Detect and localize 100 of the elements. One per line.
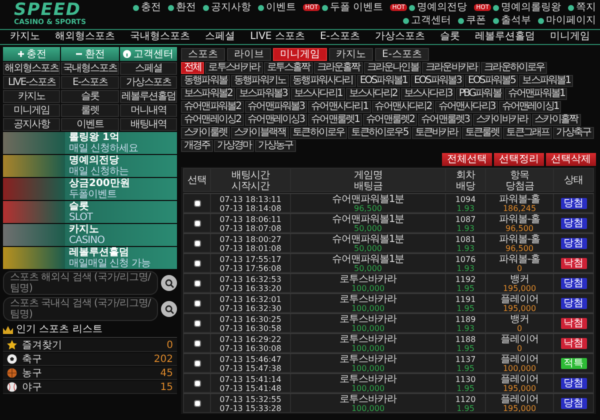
menu-button[interactable]: 해외형스포츠 [3,62,60,75]
action-button[interactable]: 전체선택 [442,153,492,166]
sidebar-button[interactable]: 환전 [61,47,119,61]
menu-button[interactable]: 머니내역 [120,104,177,117]
nav-link[interactable]: 고객센터 [403,14,451,26]
game-filter-button[interactable]: 토큰그래프 [503,127,552,139]
promo-banner[interactable]: 롤링왕 1억 매일 신청하세요 [3,132,177,154]
nav-link[interactable]: 공지사항 [203,2,252,14]
game-filter-button[interactable]: EOS파워볼3 [410,75,464,87]
game-filter-button[interactable]: 크라운홀짝 [314,62,363,74]
sidebar-button[interactable]: 고객센터 [120,47,177,61]
game-filter-button[interactable]: 보스파워볼1 [519,75,574,87]
game-filter-button[interactable]: 슈어맨룰렛1 [308,114,362,126]
menu-button[interactable]: 카지노 [3,90,60,103]
row-checkbox[interactable] [194,340,200,346]
nav-link[interactable]: 쪽지 [568,2,596,14]
nav-link[interactable]: 출석부 [493,14,531,26]
game-filter-button[interactable]: 스카이바카라 [473,114,531,126]
nav-item[interactable]: 카지노 [10,31,40,43]
game-filter-button[interactable]: 슈어맨파워볼1 [504,88,568,100]
game-filter-button[interactable]: 동행파워볼 [181,75,230,87]
game-filter-button[interactable]: 슈어맨파워볼2 [181,101,244,113]
game-filter-button[interactable]: 보스파워볼2 [181,88,235,100]
game-filter-button[interactable]: 슈어맨레이싱1 [498,101,562,113]
nav-item[interactable]: E-스포츠 [320,31,360,43]
nav-item[interactable]: 가상스포츠 [374,31,425,43]
search-field[interactable]: 스포츠 국내식 검색 (국가/리그명/팀명) [3,297,158,321]
nav-link[interactable]: 마이페이지 [538,14,596,26]
game-filter-button[interactable]: 보스사다리1 [290,88,345,100]
game-filter-button[interactable]: 슈어맨사다리3 [435,101,498,113]
game-filter-button[interactable]: EOS파워볼1 [356,75,410,87]
nav-item[interactable]: 해외형스포츠 [55,31,116,43]
menu-button[interactable]: 룰렛 [61,104,119,117]
nav-link[interactable]: 환전 [168,2,196,14]
game-filter-button[interactable]: 슈어맨룰렛2 [363,114,418,126]
menu-button[interactable]: 스페셜 [120,62,177,75]
row-checkbox[interactable] [194,320,200,326]
nav-item[interactable]: 레볼루션홀덤 [474,31,535,43]
menu-button[interactable]: E-스포츠 [61,76,119,89]
game-filter-button[interactable]: 스카이룰렛 [181,127,230,139]
game-filter-button[interactable]: 토큰룰렛 [462,127,502,139]
game-filter-button[interactable]: 슈어맨사다리1 [308,101,371,113]
row-checkbox[interactable] [194,260,200,266]
action-button[interactable]: 선택삭제 [546,153,596,166]
nav-item[interactable]: LIVE 스포츠 [250,31,305,43]
promo-banner[interactable]: 상금200만원 두폴이벤트 [3,178,177,200]
game-filter-button[interactable]: 크라운하이로우 [481,62,548,74]
menu-button[interactable]: 레볼루션홀덤 [120,90,177,103]
game-filter-button[interactable]: 슈어맨사다리2 [372,101,434,113]
menu-button[interactable]: 이벤트 [61,118,119,131]
promo-banner[interactable]: 카지노 CASINO [3,224,177,246]
row-checkbox[interactable] [194,280,200,286]
menu-button[interactable]: LIVE-스포츠 [3,76,60,89]
row-checkbox[interactable] [194,200,200,206]
game-filter-button[interactable]: 슈어맨파워볼3 [244,101,308,113]
row-checkbox[interactable] [194,240,200,246]
game-filter-button[interactable]: 개경주 [181,140,213,152]
game-filter-button[interactable]: 전체 [181,62,204,74]
nav-link[interactable]: 쿠폰 [458,14,486,26]
nav-link[interactable]: 이벤트 [258,2,296,14]
nav-item[interactable]: 미니게임 [550,31,590,43]
game-filter-button[interactable]: 슈어맨룰렛3 [418,114,472,126]
promo-banner[interactable]: 명예의전당 매일 신청하는 [3,155,177,177]
game-filter-button[interactable]: 로투스홀짝 [264,62,313,74]
game-filter-button[interactable]: 보스사다리3 [400,88,455,100]
menu-button[interactable]: 배팅내역 [120,118,177,131]
promo-banner[interactable]: 레볼루션홀덤 매일매일 신청 가능 [3,247,177,269]
sport-list-item[interactable]: 야구 15 [3,381,177,394]
game-filter-button[interactable]: 스카이블랙잭 [231,127,289,139]
nav-item[interactable]: 스페셜 [205,31,236,43]
nav-item[interactable]: 국내형스포츠 [130,31,190,43]
menu-button[interactable]: 공지사항 [3,118,60,131]
row-checkbox[interactable] [194,360,200,366]
game-filter-button[interactable]: 토큰하이로우 [290,127,348,139]
action-button[interactable]: 선택정리 [494,153,544,166]
row-checkbox[interactable] [194,220,200,226]
game-filter-button[interactable]: 로투스바카라 [205,62,263,74]
menu-button[interactable]: 가상스포츠 [120,76,177,89]
search-button[interactable] [161,275,177,291]
sport-list-item[interactable]: 즐겨찾기 0 [3,339,177,352]
category-tab[interactable]: 라이브 [227,48,271,61]
menu-button[interactable]: 슬롯 [61,90,119,103]
sidebar-button[interactable]: 충전 [3,47,60,61]
category-tab[interactable]: 스포츠 [181,48,225,61]
game-filter-button[interactable]: 동행파워사다리 [290,75,356,87]
sport-list-item[interactable]: 농구 45 [3,367,177,380]
promo-banner[interactable]: 슬롯 SLOT [3,201,177,223]
row-checkbox[interactable] [194,300,200,306]
game-filter-button[interactable]: 가상경마 [214,140,254,152]
category-tab[interactable]: 카지노 [329,48,373,61]
game-filter-button[interactable]: 토큰바카라 [412,127,461,139]
game-filter-button[interactable]: 보스파워볼3 [236,88,290,100]
game-filter-button[interactable]: 스카이홀짝 [532,114,581,126]
game-filter-button[interactable]: 보스사다리2 [346,88,400,100]
game-filter-button[interactable]: EOS파워볼5 [465,75,518,87]
menu-button[interactable]: 미니게임 [3,104,60,117]
game-filter-button[interactable]: 가상농구 [255,140,296,152]
category-tab[interactable]: 미니게임 [273,48,327,61]
row-checkbox[interactable] [194,400,200,406]
category-tab[interactable]: E-스포츠 [375,48,429,61]
